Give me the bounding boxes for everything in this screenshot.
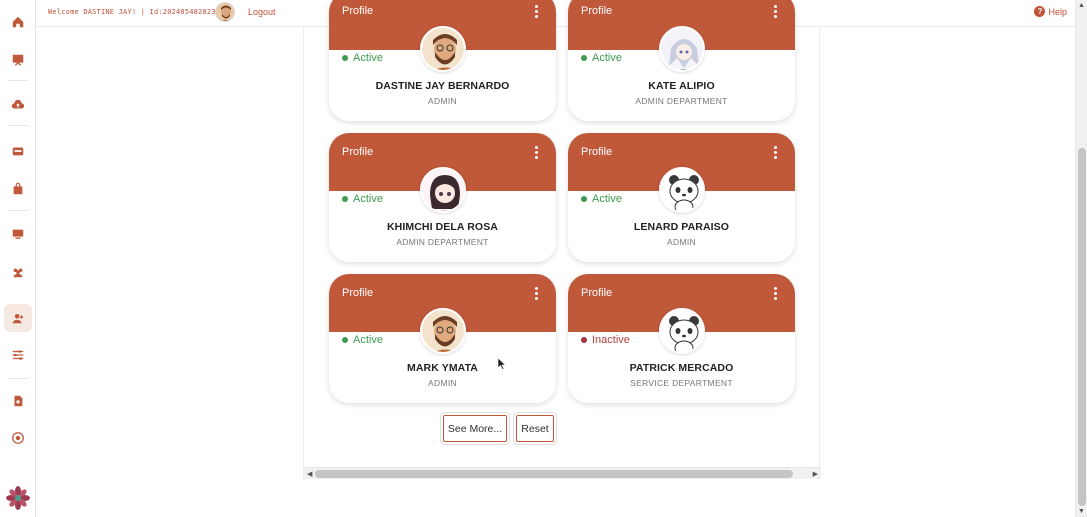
status-dot <box>581 55 587 61</box>
more-options-icon[interactable] <box>774 146 778 159</box>
status-badge: Active <box>342 334 383 346</box>
flower-logo-icon[interactable] <box>4 484 32 512</box>
status-dot <box>342 196 348 202</box>
cloud-upload-icon[interactable] <box>4 91 32 119</box>
panda-avatar <box>658 308 705 354</box>
target-icon[interactable] <box>4 424 32 452</box>
profile-card: Profile Active MARK YMATA ADMIN <box>329 274 556 403</box>
profile-name: MARK YMATA <box>407 362 478 374</box>
panda-avatar <box>658 167 705 213</box>
help-button[interactable]: ? Help <box>1034 6 1067 17</box>
more-options-icon[interactable] <box>535 5 539 18</box>
profile-name: DASTINE JAY BERNARDO <box>375 80 510 92</box>
card-title: Profile <box>342 287 374 299</box>
profile-role: ADMIN DEPARTMENT <box>396 237 489 247</box>
profile-card: Profile Active LENARD PARAISO ADMIN <box>568 133 795 262</box>
presentation-icon[interactable] <box>4 46 32 74</box>
more-options-icon[interactable] <box>774 5 778 18</box>
status-badge: Active <box>342 193 383 205</box>
home-icon[interactable] <box>4 8 32 36</box>
horizontal-scroll-thumb[interactable] <box>315 470 793 478</box>
profile-card: Profile Active KATE ALIPIO ADMIN DEPARTM… <box>568 0 795 121</box>
scroll-left-icon[interactable]: ◀ <box>307 470 312 478</box>
monitor-icon[interactable] <box>4 220 32 248</box>
card-title: Profile <box>342 146 374 158</box>
status-label: Active <box>592 52 622 64</box>
users-icon[interactable] <box>4 258 32 286</box>
status-badge: Active <box>581 193 622 205</box>
reset-button[interactable]: Reset <box>516 415 554 442</box>
profile-role: ADMIN <box>428 378 457 388</box>
profile-card: Profile Active KHIMCHI DELA ROSA ADMIN D… <box>329 133 556 262</box>
vertical-scroll-thumb[interactable] <box>1078 148 1086 506</box>
status-badge: Active <box>342 52 383 64</box>
chibi-girl-avatar <box>419 167 466 213</box>
status-label: Active <box>353 334 383 346</box>
status-label: Active <box>353 193 383 205</box>
vertical-scrollbar[interactable]: ▲ ▼ <box>1075 0 1087 517</box>
welcome-text: Welcome DASTINE JAY! | Id:202405482823 <box>48 8 216 16</box>
logout-link[interactable]: Logout <box>248 7 276 17</box>
more-options-icon[interactable] <box>774 287 778 300</box>
profile-card: Profile Inactive PATRICK MERCADO SERVICE… <box>568 274 795 403</box>
bearded-man-avatar <box>419 308 466 354</box>
status-dot <box>342 55 348 61</box>
status-dot <box>581 196 587 202</box>
bag-icon[interactable] <box>4 175 32 203</box>
bearded-man-avatar <box>419 26 466 72</box>
card-title: Profile <box>342 5 374 17</box>
help-label: Help <box>1048 6 1067 17</box>
status-label: Active <box>353 52 383 64</box>
scroll-right-icon[interactable]: ▶ <box>813 470 818 478</box>
profile-role: ADMIN DEPARTMENT <box>635 96 728 106</box>
status-label: Active <box>592 193 622 205</box>
status-dot <box>581 337 587 343</box>
profile-name: KATE ALIPIO <box>648 80 715 92</box>
profile-name: KHIMCHI DELA ROSA <box>387 221 498 233</box>
user-add-icon[interactable] <box>4 304 32 332</box>
profile-role: SERVICE DEPARTMENT <box>630 378 733 388</box>
anime-girl-avatar <box>658 26 705 72</box>
profile-role: ADMIN <box>667 237 696 247</box>
status-badge: Inactive <box>581 334 630 346</box>
status-label: Inactive <box>592 334 630 346</box>
profile-name: LENARD PARAISO <box>633 221 730 233</box>
scroll-down-icon[interactable]: ▼ <box>1078 508 1085 515</box>
user-avatar[interactable] <box>215 2 235 22</box>
sliders-icon[interactable] <box>4 341 32 369</box>
inbox-icon[interactable] <box>4 137 32 165</box>
card-title: Profile <box>581 287 613 299</box>
more-options-icon[interactable] <box>535 146 539 159</box>
card-title: Profile <box>581 146 613 158</box>
profile-role: ADMIN <box>428 96 457 106</box>
sidebar <box>0 0 36 517</box>
help-icon: ? <box>1034 6 1046 17</box>
card-title: Profile <box>581 5 613 17</box>
mouse-cursor-icon <box>498 358 506 370</box>
profile-name: PATRICK MERCADO <box>629 362 734 374</box>
profile-card: Profile Active DASTINE JAY BERNARDO ADMI… <box>329 0 556 121</box>
scroll-up-icon[interactable]: ▲ <box>1078 2 1085 9</box>
status-dot <box>342 337 348 343</box>
profiles-panel: Profile Active DASTINE JAY BERNARDO ADMI… <box>303 0 821 480</box>
see-more-button[interactable]: See More... <box>443 415 507 442</box>
status-badge: Active <box>581 52 622 64</box>
document-icon[interactable] <box>4 387 32 415</box>
horizontal-scrollbar[interactable]: ◀ ▶ <box>304 467 821 479</box>
more-options-icon[interactable] <box>535 287 539 300</box>
